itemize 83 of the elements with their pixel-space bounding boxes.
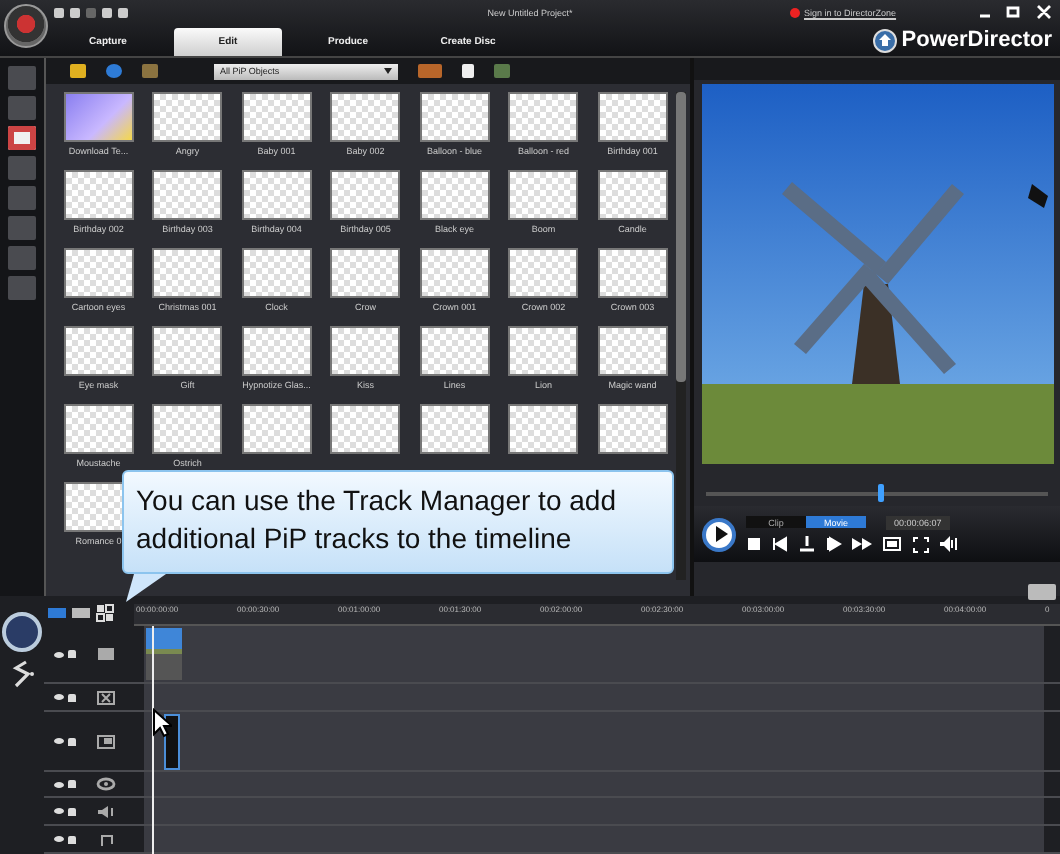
thumbnail[interactable] bbox=[241, 170, 312, 220]
thumbnail[interactable] bbox=[508, 248, 579, 298]
mouse-cursor-icon bbox=[152, 708, 172, 738]
thumbnail[interactable] bbox=[508, 326, 579, 376]
voice-track-icon bbox=[96, 803, 116, 819]
track-manager-icon[interactable] bbox=[96, 604, 114, 622]
save-icon[interactable] bbox=[54, 7, 64, 17]
thumbnail[interactable] bbox=[330, 248, 401, 298]
fullscreen-icon[interactable] bbox=[912, 535, 930, 553]
pip-clip[interactable] bbox=[164, 714, 180, 770]
seek-handle[interactable] bbox=[878, 484, 885, 502]
thumbnail[interactable] bbox=[508, 404, 579, 454]
previous-frame-icon[interactable] bbox=[772, 536, 788, 552]
thumbnail[interactable] bbox=[63, 170, 134, 220]
thumbnail[interactable] bbox=[330, 326, 401, 376]
download-thumbnail[interactable] bbox=[63, 92, 134, 142]
play-button[interactable] bbox=[702, 517, 736, 551]
thumbnail[interactable] bbox=[152, 248, 223, 298]
thumbnail[interactable] bbox=[63, 404, 134, 454]
thumbnail[interactable] bbox=[508, 92, 579, 142]
caret-icon bbox=[384, 68, 392, 74]
eye-icon[interactable] bbox=[54, 836, 64, 842]
thumbnail[interactable] bbox=[597, 170, 668, 220]
music-track-icon bbox=[96, 831, 116, 847]
video-clip[interactable] bbox=[146, 628, 182, 680]
new-file-icon[interactable] bbox=[102, 7, 112, 17]
folder-icon[interactable] bbox=[118, 7, 128, 17]
thumbnail[interactable] bbox=[419, 92, 490, 142]
thumbnail[interactable] bbox=[419, 248, 490, 298]
volume-icon[interactable] bbox=[940, 536, 958, 552]
thumbnail[interactable] bbox=[241, 248, 312, 298]
eye-icon[interactable] bbox=[54, 808, 64, 814]
thumbnail[interactable] bbox=[241, 404, 312, 454]
globe-icon[interactable] bbox=[106, 64, 122, 78]
lock-icon[interactable] bbox=[68, 693, 76, 701]
stop-icon[interactable] bbox=[746, 536, 762, 552]
thumbnail[interactable] bbox=[63, 326, 134, 376]
document-icon[interactable] bbox=[462, 64, 474, 78]
lock-icon[interactable] bbox=[68, 835, 76, 843]
thumbnail[interactable] bbox=[152, 170, 223, 220]
thumbnail[interactable] bbox=[152, 92, 223, 142]
next-frame-icon[interactable] bbox=[826, 536, 842, 552]
thumbnail[interactable] bbox=[152, 326, 223, 376]
thumbnail[interactable] bbox=[241, 326, 312, 376]
thumbnail[interactable] bbox=[597, 404, 668, 454]
eye-icon[interactable] bbox=[54, 651, 64, 657]
thumbnail[interactable] bbox=[63, 248, 134, 298]
thumbnail[interactable] bbox=[330, 170, 401, 220]
eye-icon[interactable] bbox=[54, 738, 64, 744]
thumbnail[interactable] bbox=[419, 326, 490, 376]
thumbnail[interactable] bbox=[330, 404, 401, 454]
thumbnail[interactable] bbox=[419, 404, 490, 454]
thumbnail[interactable] bbox=[597, 248, 668, 298]
thumbnail[interactable] bbox=[419, 170, 490, 220]
thumbnail[interactable] bbox=[152, 404, 223, 454]
thumbnail[interactable] bbox=[597, 92, 668, 142]
room-icon[interactable] bbox=[8, 126, 36, 150]
redo-icon[interactable] bbox=[86, 7, 96, 17]
thumbnail[interactable] bbox=[597, 326, 668, 376]
pip-track-icon bbox=[96, 733, 116, 749]
window-controls-icon[interactable] bbox=[976, 4, 1052, 20]
upload-circle-icon bbox=[871, 27, 898, 53]
tooltip: You can use the Track Manager to add additional PiP tracks to the timeline bbox=[122, 470, 674, 574]
split-icon[interactable] bbox=[798, 536, 816, 552]
app-logo-icon[interactable] bbox=[4, 4, 48, 48]
eye-icon[interactable] bbox=[54, 694, 64, 700]
thumbnail[interactable] bbox=[330, 92, 401, 142]
undo-icon[interactable] bbox=[70, 7, 80, 17]
trash-circle-icon[interactable] bbox=[2, 612, 42, 652]
status-dot-icon bbox=[790, 7, 800, 17]
screen-icon[interactable] bbox=[882, 536, 902, 552]
squiggle-icon[interactable] bbox=[8, 660, 36, 688]
app-name: PowerDirector bbox=[901, 28, 1052, 52]
view-toggle-button[interactable] bbox=[48, 608, 66, 618]
video-track-icon bbox=[96, 646, 116, 662]
effect-track-icon bbox=[96, 689, 116, 705]
lock-icon[interactable] bbox=[68, 807, 76, 815]
eye-icon[interactable] bbox=[54, 781, 64, 787]
thumbnail[interactable] bbox=[241, 92, 312, 142]
lock-icon[interactable] bbox=[68, 737, 76, 745]
fast-forward-icon[interactable] bbox=[852, 536, 872, 552]
scrollbar-thumb[interactable] bbox=[676, 92, 686, 382]
thumbnail[interactable] bbox=[508, 170, 579, 220]
